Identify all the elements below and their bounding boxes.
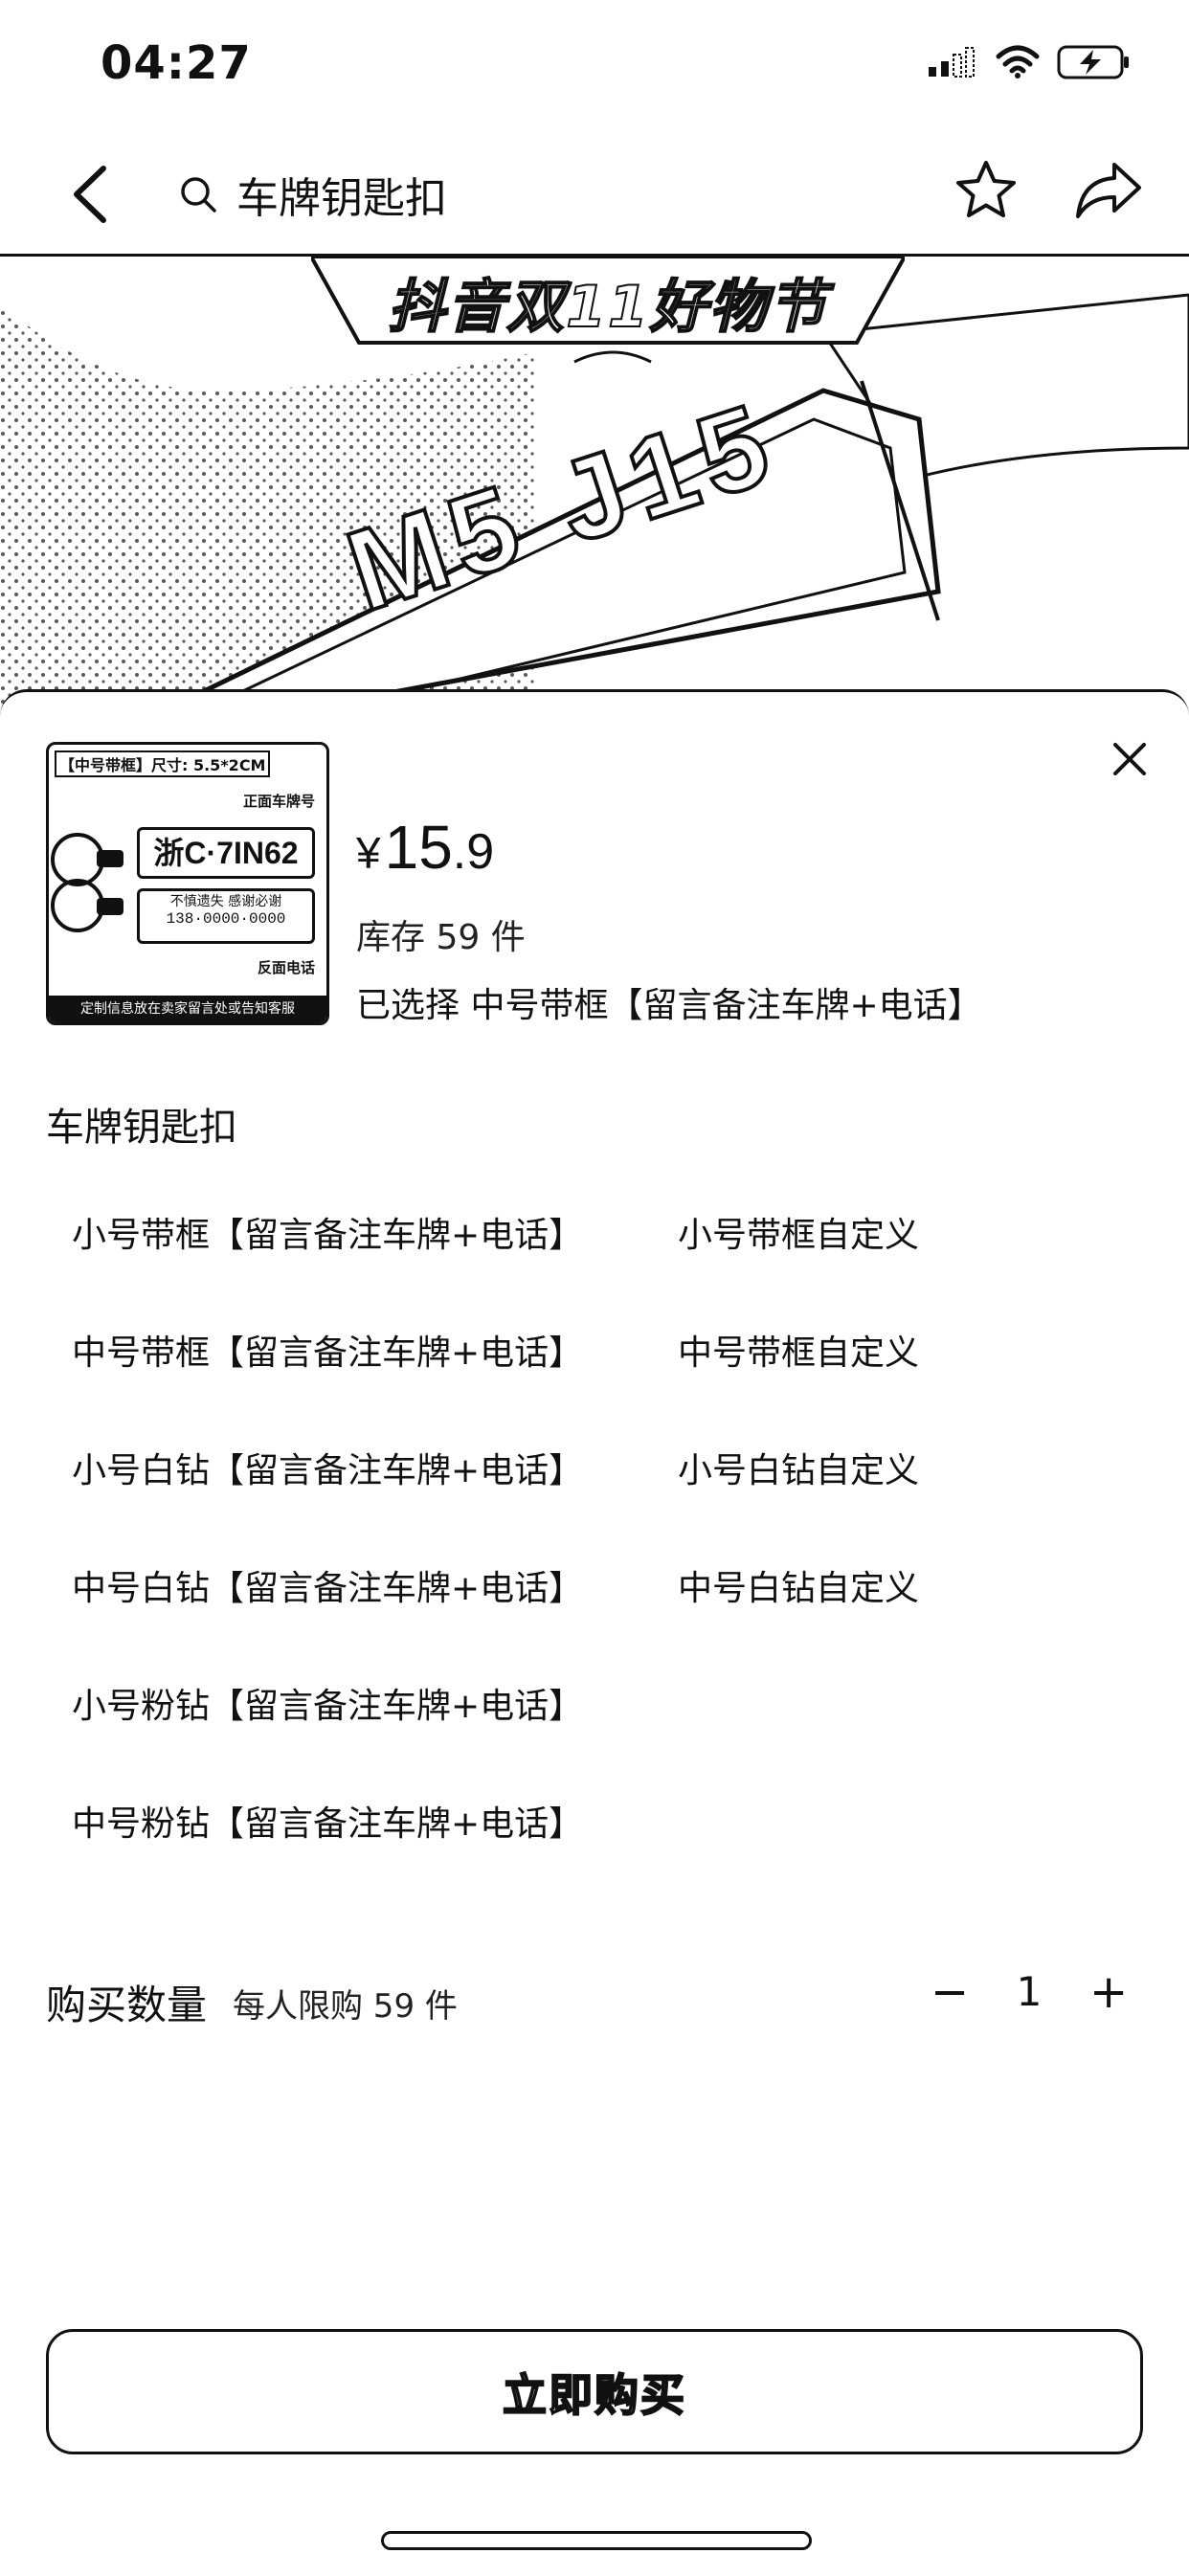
option-item[interactable]: 小号白钻自定义 (678, 1443, 919, 1492)
price: ¥15.9 (356, 812, 494, 883)
search-box[interactable]: 车牌钥匙扣 (177, 158, 905, 230)
star-icon (956, 161, 1016, 217)
option-item[interactable]: 小号白钻【留言备注车牌+电话】 (72, 1443, 583, 1492)
price-decimal: .9 (452, 824, 495, 880)
chevron-left-icon (74, 166, 106, 223)
price-currency: ¥ (356, 828, 381, 878)
status-bar: 04:27 (0, 0, 1189, 134)
selected-variant: 已选择 中号带框【留言备注车牌+电话】 (356, 986, 982, 1025)
option-item-selected[interactable]: 中号带框【留言备注车牌+电话】 (72, 1325, 583, 1375)
share-button[interactable] (1070, 157, 1147, 224)
thumb-back-card: 不慎遗失 感谢必谢 138·0000·0000 (137, 888, 315, 944)
close-icon (1113, 743, 1146, 775)
thumb-back-line2: 138·0000·0000 (166, 910, 286, 928)
option-item[interactable]: 中号白钻【留言备注车牌+电话】 (72, 1560, 583, 1610)
sku-selection-sheet: 【中号带框】尺寸: 5.5*2CM 正面车牌号 浙C·7IN62 不慎遗失 感谢… (0, 689, 1189, 2576)
price-integer: 15 (384, 813, 453, 882)
favorite-button[interactable] (953, 157, 1020, 224)
status-icons (927, 38, 1132, 86)
thumb-plate: 浙C·7IN62 (137, 827, 315, 879)
wifi-icon (996, 45, 1040, 78)
back-button[interactable] (59, 161, 126, 228)
buy-now-button[interactable]: 立即购买 (46, 2329, 1143, 2454)
quantity-value[interactable]: 1 (1010, 1968, 1048, 2016)
quantity-decrement-button[interactable]: − (931, 1968, 969, 2016)
quantity-increment-button[interactable]: + (1089, 1968, 1128, 2016)
close-button[interactable] (1106, 735, 1154, 783)
battery-charging-icon (1057, 45, 1129, 79)
quantity-limit: 每人限购 59 件 (233, 1987, 458, 2026)
banner-title-frame: 抖音双11好物节 (311, 257, 905, 347)
search-icon (181, 176, 216, 213)
option-item[interactable]: 中号带框自定义 (678, 1325, 919, 1375)
search-query: 车牌钥匙扣 (236, 173, 447, 223)
thumb-footer: 定制信息放在卖家留言处或告知客服 (49, 996, 326, 1022)
home-indicator[interactable] (381, 2531, 812, 2550)
product-thumbnail[interactable]: 【中号带框】尺寸: 5.5*2CM 正面车牌号 浙C·7IN62 不慎遗失 感谢… (46, 742, 329, 1025)
status-time: 04:27 (101, 36, 252, 90)
thumb-tag: 【中号带框】尺寸: 5.5*2CM (55, 750, 271, 777)
keyring-icon (51, 833, 123, 932)
thumb-back-line1: 不慎遗失 感谢必谢 (169, 894, 282, 909)
stock-count: 库存 59 件 (356, 918, 526, 957)
share-arrow-icon (1076, 163, 1141, 218)
option-item[interactable]: 小号粉钻【留言备注车牌+电话】 (72, 1678, 583, 1728)
option-item[interactable]: 小号带框【留言备注车牌+电话】 (72, 1207, 583, 1257)
option-item[interactable]: 中号粉钻【留言备注车牌+电话】 (72, 1796, 583, 1846)
option-item[interactable]: 中号白钻自定义 (678, 1560, 919, 1610)
thumb-back-label: 反面电话 (257, 959, 315, 976)
signal-icon (929, 47, 975, 78)
option-item[interactable]: 小号带框自定义 (678, 1207, 919, 1257)
thumb-front-label: 正面车牌号 (242, 793, 315, 810)
option-section-title: 车牌钥匙扣 (46, 1106, 237, 1150)
banner-title: 抖音双11好物节 (387, 273, 828, 342)
buy-now-label: 立即购买 (502, 2368, 686, 2422)
product-image-banner: M5 J15 抖音双11好物节 (0, 257, 1189, 706)
quantity-label: 购买数量 (46, 1982, 208, 2028)
nav-bar: 车牌钥匙扣 (0, 134, 1189, 257)
